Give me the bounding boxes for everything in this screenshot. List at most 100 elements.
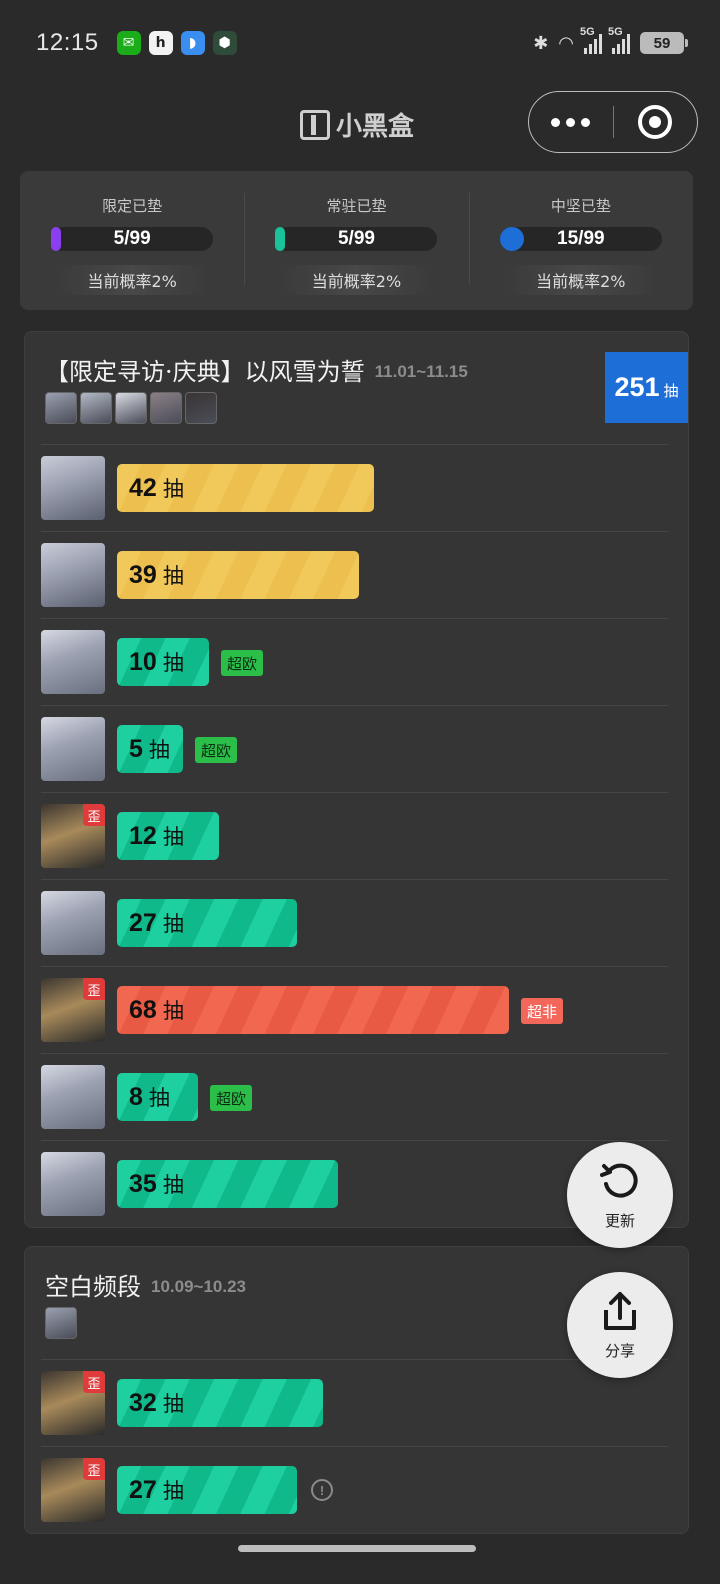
pity-rate: 当前概率2% <box>500 265 661 295</box>
character-avatar: 歪 <box>41 1371 105 1435</box>
pull-unit: 抽 <box>162 1173 184 1197</box>
pull-record-row[interactable]: 歪 12 抽 <box>41 792 668 879</box>
pull-count-bar: 5抽 <box>117 725 183 773</box>
pull-count: 27 <box>129 908 157 937</box>
refresh-label: 更新 <box>604 1211 635 1230</box>
luck-tag: 超欧 <box>195 737 238 763</box>
pity-progress-fill <box>275 227 286 251</box>
luck-tag: 超非 <box>521 998 564 1024</box>
character-avatar <box>41 717 105 781</box>
pity-value: 5/99 <box>113 228 151 249</box>
wifi-icon: ◠ <box>558 32 574 54</box>
heybox-app-icon: h <box>148 31 173 55</box>
character-thumbnail <box>150 392 182 424</box>
banner-card: 【限定寻访·庆典】以风雪为誓 11.01~11.15 251 抽 42 抽 39 抽 10 抽超欧… <box>24 331 689 1228</box>
game-app-icon: ⬢ <box>212 31 237 55</box>
pull-count: 32 <box>129 1388 157 1417</box>
pull-record-row[interactable]: 歪 68 抽超非 <box>41 966 668 1053</box>
pity-progress-bar: 15/99 <box>499 227 662 251</box>
pity-progress-bar: 5/99 <box>51 227 214 251</box>
home-indicator[interactable] <box>238 1545 476 1552</box>
luck-tag: 超欧 <box>210 1085 253 1111</box>
pull-record-row[interactable]: 42 抽 <box>41 444 668 531</box>
close-mini-program-button[interactable] <box>614 92 698 152</box>
target-icon <box>638 105 673 139</box>
pull-record-row[interactable]: 10 抽 超欧 <box>41 618 668 705</box>
info-icon[interactable]: ! <box>311 1479 333 1501</box>
pity-label: 常驻已垫 <box>326 197 387 215</box>
pull-count: 35 <box>129 1169 157 1198</box>
banner-header: 【限定寻访·庆典】以风雪为誓 11.01~11.15 251 抽 <box>25 332 688 444</box>
pity-label: 中坚已垫 <box>550 197 611 215</box>
banner-character-strip <box>45 1307 77 1339</box>
character-avatar <box>41 543 105 607</box>
character-avatar <box>41 1065 105 1129</box>
character-avatar: 歪 <box>41 804 105 868</box>
more-dots-icon <box>551 117 561 127</box>
pull-unit: 抽 <box>162 1479 184 1503</box>
character-avatar <box>41 891 105 955</box>
banner-date: 10.09~10.23 <box>151 1277 247 1296</box>
pity-progress-fill <box>51 227 62 251</box>
pull-count: 39 <box>129 560 157 589</box>
pity-column: 常驻已垫 5/99 当前概率2% <box>244 171 468 310</box>
pity-rate: 当前概率2% <box>52 265 213 295</box>
pity-progress-bar: 5/99 <box>275 227 438 251</box>
off-banner-tag: 歪 <box>83 1371 105 1393</box>
pity-value: 5/99 <box>337 228 375 249</box>
pull-record-row[interactable]: 39 抽 <box>41 531 668 618</box>
pull-count: 10 <box>129 647 157 676</box>
share-button[interactable]: 分享 <box>567 1272 673 1378</box>
more-button[interactable] <box>529 92 613 152</box>
pull-count-bar: 68 抽 <box>117 986 509 1034</box>
pity-rate: 当前概率2% <box>276 265 437 295</box>
total-pulls-badge: 251 抽 <box>605 352 688 423</box>
pull-count: 5 <box>129 734 143 763</box>
off-banner-tag: 歪 <box>83 978 105 1000</box>
pull-count: 68 <box>129 995 157 1024</box>
pull-count-bar: 39 抽 <box>117 551 359 599</box>
battery-icon: 59 <box>640 32 688 54</box>
refresh-button[interactable]: 更新 <box>567 1142 673 1248</box>
banner-name: 空白频段 <box>45 1273 141 1301</box>
blue-app-icon: ◗ <box>180 31 205 55</box>
pull-count: 27 <box>129 1475 157 1504</box>
pity-value: 15/99 <box>557 228 605 249</box>
off-banner-tag: 歪 <box>83 804 105 826</box>
pity-label: 限定已垫 <box>102 197 163 215</box>
pull-unit: 抽 <box>162 477 184 501</box>
pull-unit: 抽 <box>162 912 184 936</box>
pull-unit: 抽 <box>162 999 184 1023</box>
pull-count-bar: 35 抽 <box>117 1160 338 1208</box>
pull-record-row[interactable]: 8 抽超欧 <box>41 1053 668 1140</box>
pull-record-row[interactable]: 27 抽 <box>41 879 668 966</box>
pull-unit: 抽 <box>162 1392 184 1416</box>
pull-unit: 抽 <box>148 1086 170 1110</box>
pull-count-bar: 42 抽 <box>117 464 374 512</box>
character-avatar: 歪 <box>41 1458 105 1522</box>
pull-record-row[interactable]: 歪 27 抽! <box>41 1446 668 1533</box>
luck-tag: 超欧 <box>221 650 264 676</box>
cellular-signal-icon-1: 5G <box>580 26 602 54</box>
system-status: ✱ ◠ 5G 5G 59 <box>533 26 688 54</box>
pull-count-bar: 27 抽 <box>117 899 297 947</box>
pull-count-bar: 12 抽 <box>117 812 219 860</box>
notification-icons: ✉ h ◗ ⬢ <box>116 31 237 55</box>
pity-column: 限定已垫 5/99 当前概率2% <box>20 171 244 310</box>
pity-column: 中坚已垫 15/99 当前概率2% <box>468 171 693 310</box>
network-type-1: 5G <box>580 26 595 38</box>
pull-record-row[interactable]: 5 抽超欧 <box>41 705 668 792</box>
character-avatar <box>41 456 105 520</box>
character-thumbnail <box>80 392 112 424</box>
pull-unit: 抽 <box>162 651 184 675</box>
character-thumbnail <box>185 392 217 424</box>
pull-count: 42 <box>129 473 157 502</box>
pull-unit: 抽 <box>162 825 184 849</box>
pull-record-row[interactable]: 歪 32 抽 <box>41 1359 668 1446</box>
character-avatar: 歪 <box>41 978 105 1042</box>
character-avatar <box>41 1152 105 1216</box>
pity-summary-card: 限定已垫 5/99 当前概率2% 常驻已垫 5/99 当前概率2% 中坚已垫 15/99 当前概… <box>20 171 693 310</box>
off-banner-tag: 歪 <box>83 1458 105 1480</box>
banner-character-strip <box>45 392 217 424</box>
banner-title: 【限定寻访·庆典】以风雪为誓 11.01~11.15 <box>45 352 468 387</box>
